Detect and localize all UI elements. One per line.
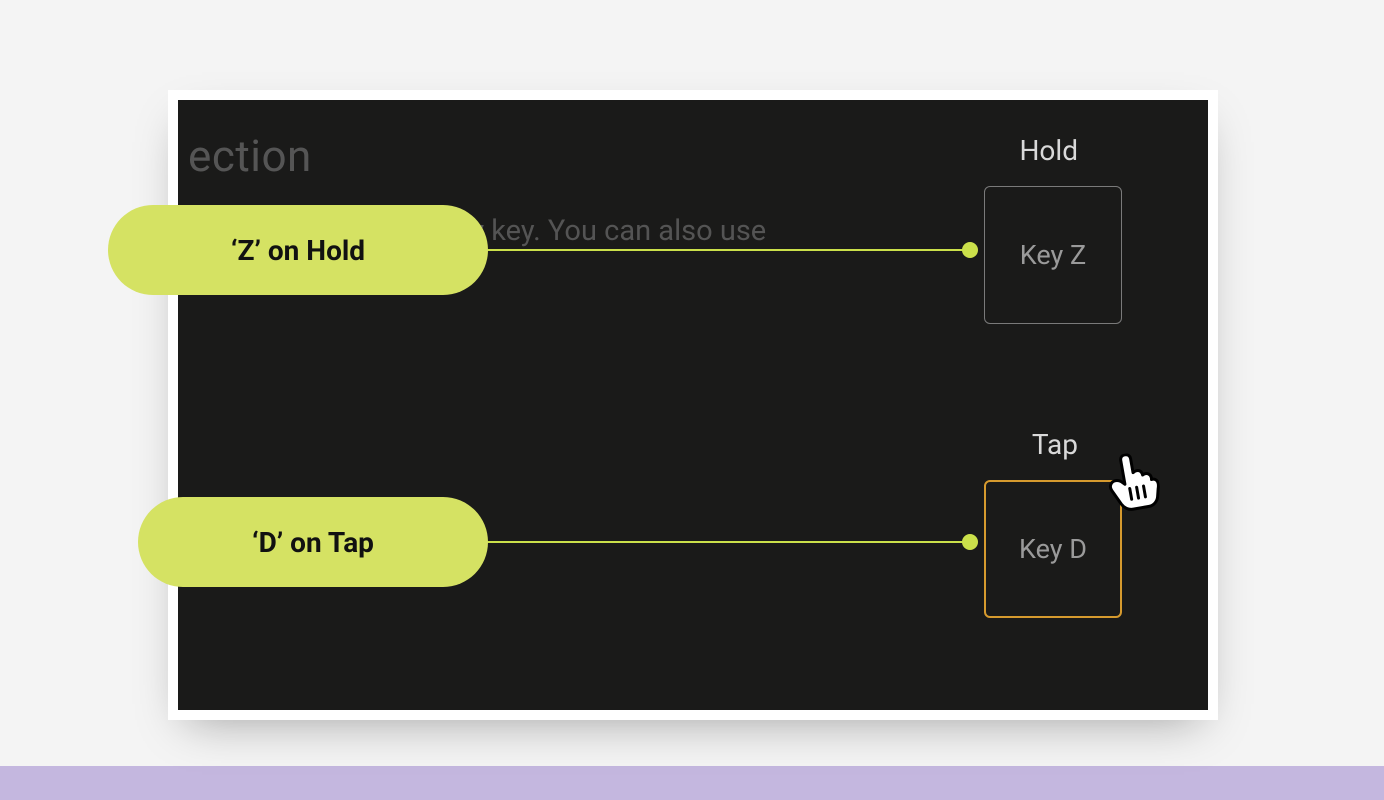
callout-hold: ‘Z’ on Hold <box>108 205 488 295</box>
tap-keybox[interactable]: Key D <box>984 480 1122 618</box>
callout-hold-connector <box>480 249 970 251</box>
callout-hold-text: ‘Z’ on Hold <box>231 234 365 267</box>
settings-panel: ection you can first e your any key. You… <box>178 100 1208 710</box>
hold-field-label: Hold <box>1019 134 1078 167</box>
panel-title: ection <box>188 130 312 182</box>
callout-tap-dot <box>962 534 978 550</box>
tap-field-label: Tap <box>1032 428 1078 461</box>
pointer-hand-icon <box>1100 449 1164 519</box>
callout-tap: ‘D’ on Tap <box>138 497 488 587</box>
callout-hold-dot <box>962 242 978 258</box>
tap-key-value: Key D <box>1019 533 1087 565</box>
hold-key-value: Key Z <box>1020 239 1086 271</box>
callout-tap-connector <box>480 541 970 543</box>
hold-keybox[interactable]: Key Z <box>984 186 1122 324</box>
screenshot-frame: ection you can first e your any key. You… <box>168 90 1218 720</box>
callout-tap-text: ‘D’ on Tap <box>252 526 374 559</box>
decorative-bottom-strip <box>0 766 1384 800</box>
